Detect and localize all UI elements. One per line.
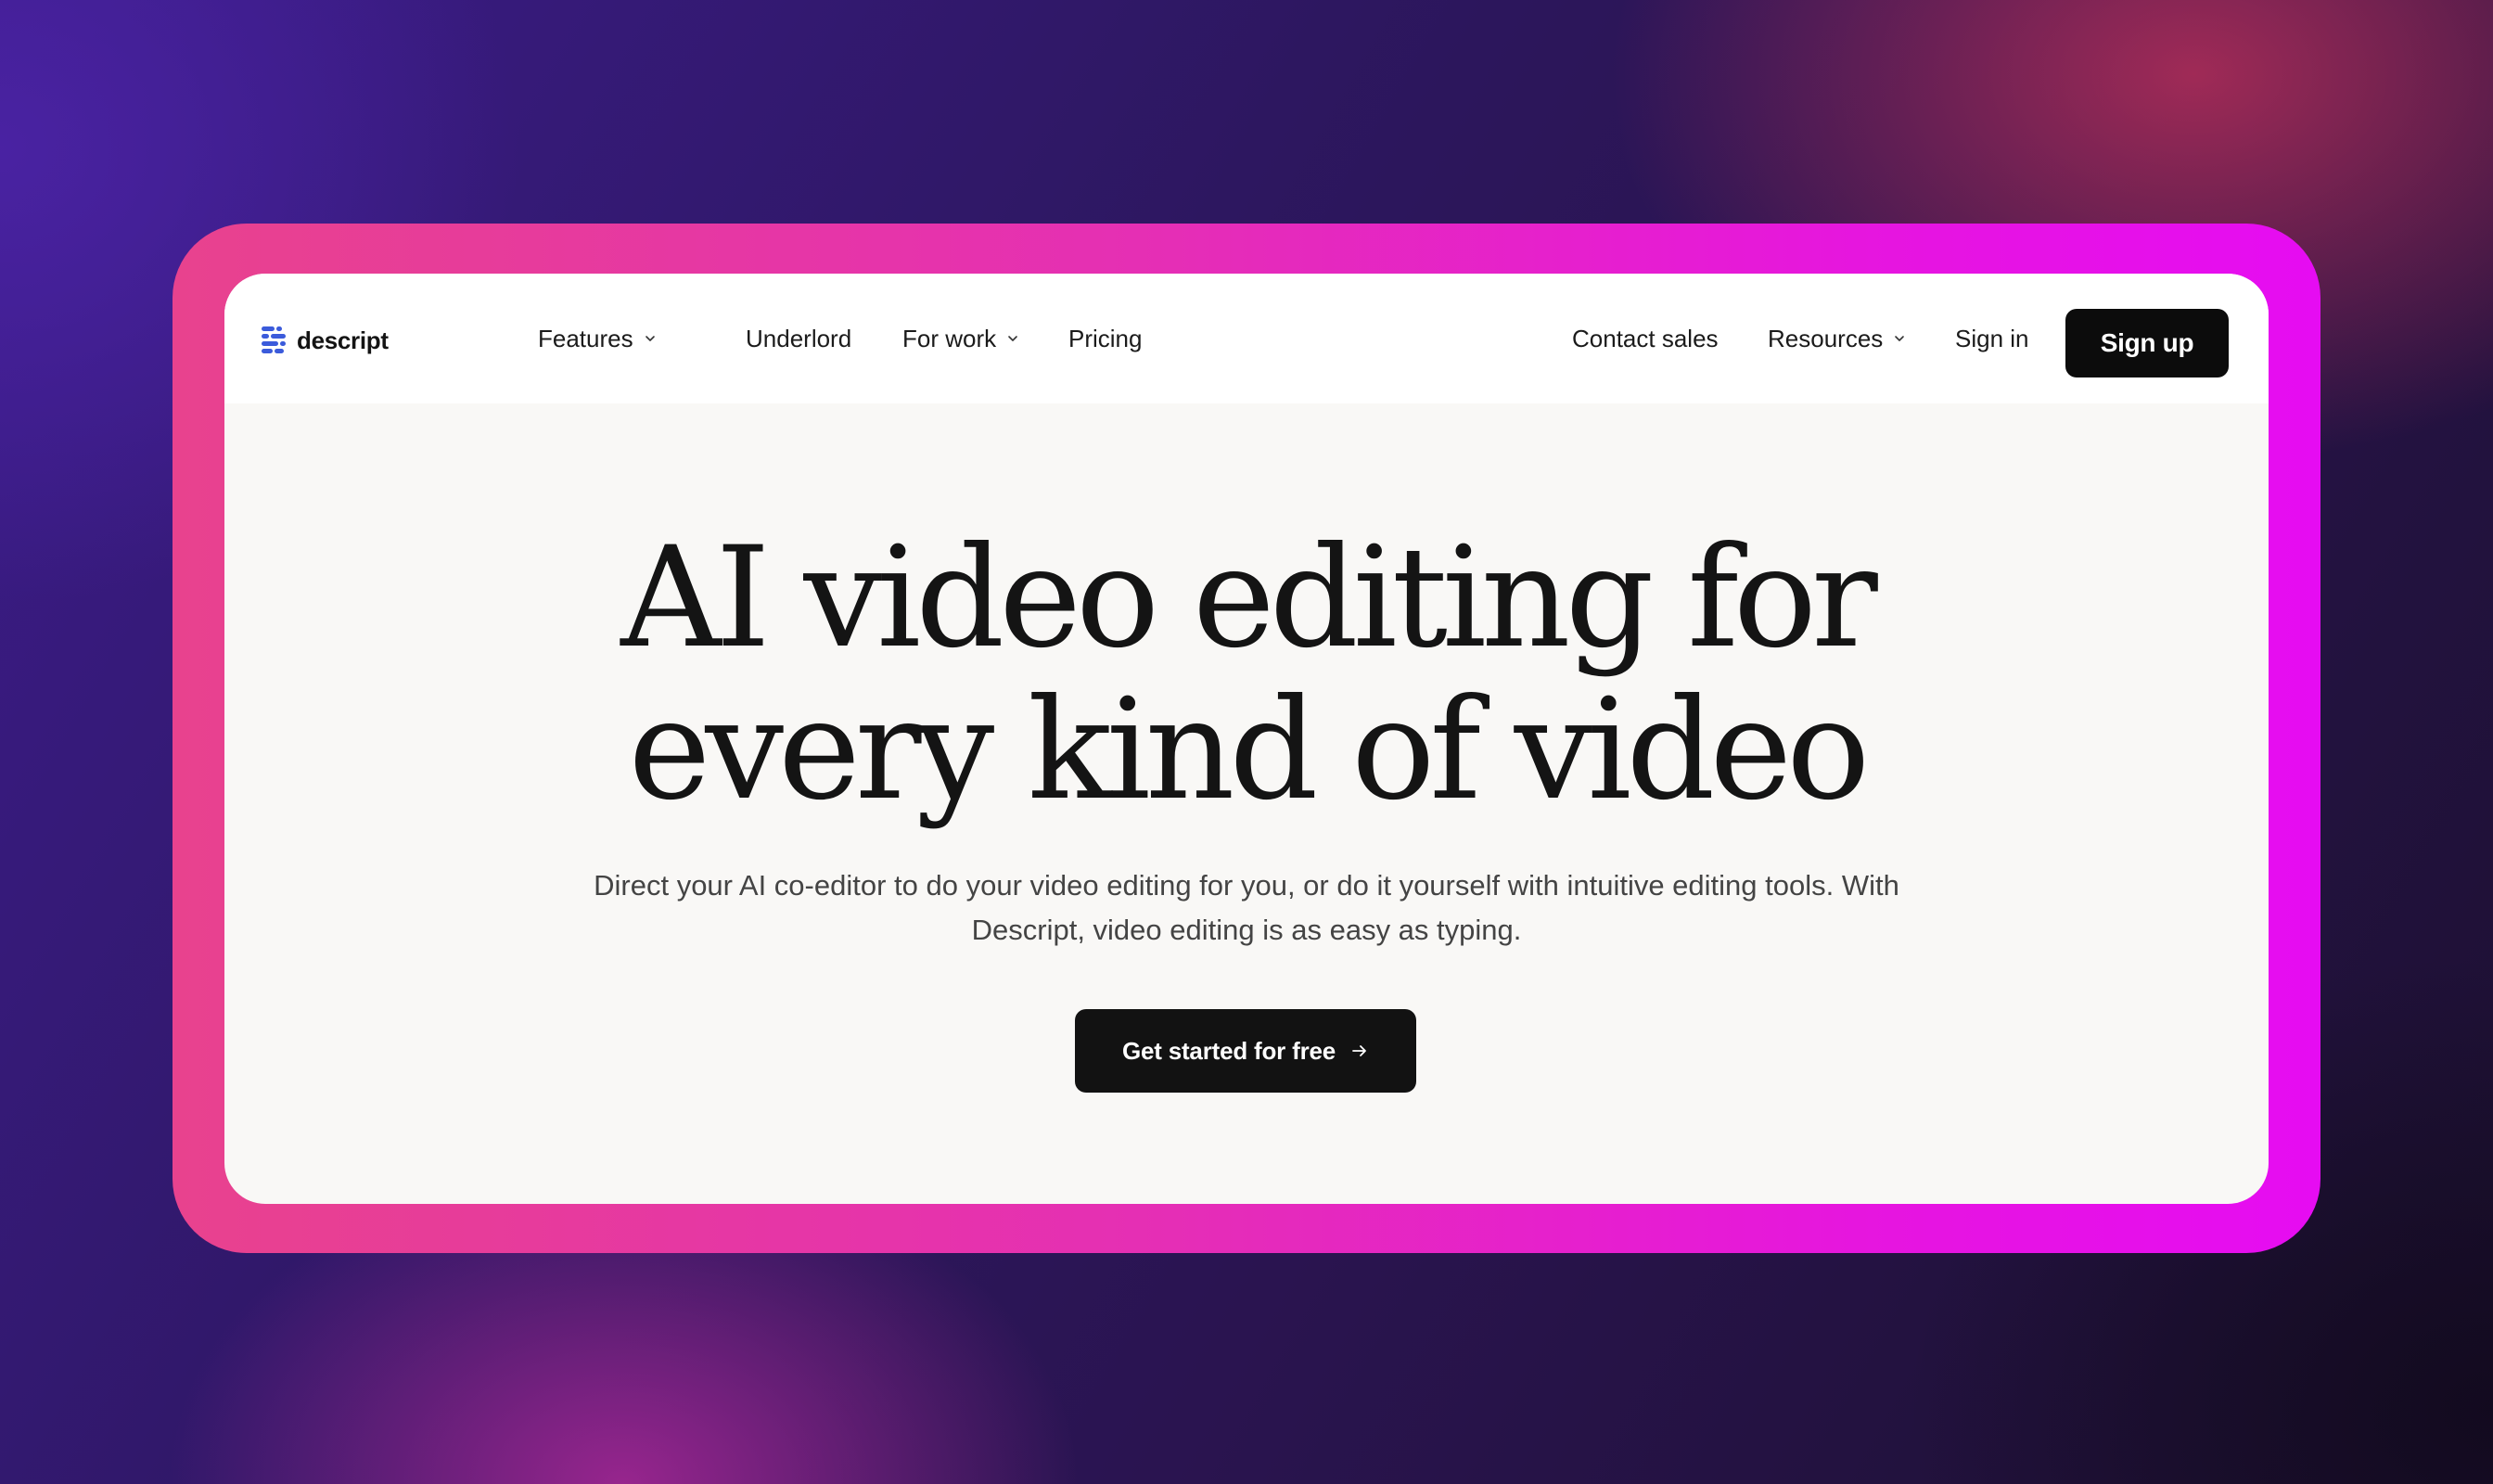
nav-features-label: Features xyxy=(538,324,633,352)
chevron-down-icon xyxy=(1895,336,1905,341)
nav-underlord[interactable]: Underlord xyxy=(746,274,851,403)
descript-logo-icon xyxy=(262,326,286,353)
nav-sign-in[interactable]: Sign in xyxy=(1955,274,2029,403)
hero-subtitle: Direct your AI co-editor to do your vide… xyxy=(594,869,1899,946)
chevron-down-icon xyxy=(1008,336,1017,341)
nav-underlord-label: Underlord xyxy=(746,324,852,352)
get-started-label: Get started for free xyxy=(1121,1036,1336,1065)
nav-sign-in-label: Sign in xyxy=(1955,324,2029,352)
nav-resources[interactable]: Resources xyxy=(1768,274,1905,403)
hero-title-line-1: AI video editing for xyxy=(620,518,1878,679)
nav-for-work-label: For work xyxy=(902,324,997,352)
sign-up-button[interactable]: Sign up xyxy=(2065,309,2229,377)
get-started-button[interactable]: Get started for free xyxy=(1075,1009,1416,1093)
hero-title: AI video editing for every kind of video xyxy=(224,522,2269,826)
nav-contact-sales[interactable]: Contact sales xyxy=(1572,274,1719,403)
hero-title-line-2: every kind of video xyxy=(628,670,1871,831)
nav-features[interactable]: Features xyxy=(538,274,656,403)
nav-resources-label: Resources xyxy=(1768,324,1884,352)
nav-contact-sales-label: Contact sales xyxy=(1572,324,1719,352)
top-navbar: descript Features Underlord For work Pri… xyxy=(224,274,2269,403)
chevron-down-icon xyxy=(645,336,655,341)
descript-logo[interactable]: descript xyxy=(260,324,389,357)
screenshot-frame: descript Features Underlord For work Pri… xyxy=(173,224,2320,1253)
brand-name: descript xyxy=(297,326,389,354)
arrow-right-icon xyxy=(1352,1045,1366,1056)
browser-page: descript Features Underlord For work Pri… xyxy=(224,274,2269,1204)
nav-for-work[interactable]: For work xyxy=(902,274,1018,403)
nav-pricing[interactable]: Pricing xyxy=(1068,274,1142,403)
nav-pricing-label: Pricing xyxy=(1068,324,1143,352)
